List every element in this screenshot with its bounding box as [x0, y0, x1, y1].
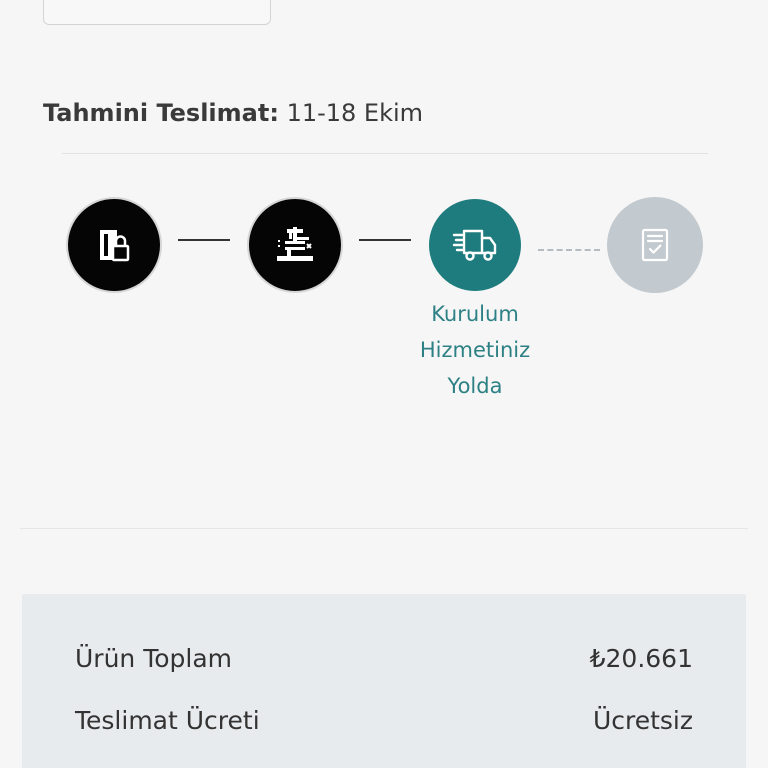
top-card	[43, 0, 271, 25]
divider	[20, 528, 748, 529]
summary-row-value: Ücretsiz	[592, 706, 693, 735]
delivery-truck-icon	[452, 229, 497, 261]
order-summary: Ürün Toplam ₺20.661 Teslimat Ücreti Ücre…	[22, 594, 746, 768]
step-connector	[178, 239, 230, 241]
step-shipping	[429, 199, 521, 291]
summary-row-label: Ürün Toplam	[75, 644, 233, 673]
delivery-estimate-value: 11-18 Ekim	[278, 99, 424, 127]
step-completed	[607, 197, 703, 293]
step-preparing	[247, 197, 343, 293]
workbench-tools-icon	[277, 227, 313, 261]
active-step-caption: Kurulum Hizmetiniz Yolda	[400, 296, 550, 404]
step-connector	[359, 239, 411, 241]
divider	[62, 153, 708, 154]
caption-line: Kurulum	[431, 302, 519, 326]
summary-row-value: ₺20.661	[589, 644, 693, 673]
order-detail-page: Tahmini Teslimat: 11-18 Ekim Kurulum Hiz…	[0, 0, 768, 768]
checklist-document-icon	[641, 228, 669, 262]
caption-line: Hizmetiniz	[419, 338, 531, 362]
door-lock-icon	[100, 230, 130, 262]
delivery-estimate: Tahmini Teslimat: 11-18 Ekim	[43, 97, 423, 129]
summary-row-label: Teslimat Ücreti	[75, 706, 260, 735]
caption-line: Yolda	[447, 374, 503, 398]
step-order-confirmed	[66, 197, 162, 293]
step-connector-pending	[538, 249, 600, 251]
delivery-estimate-label: Tahmini Teslimat:	[43, 99, 279, 127]
